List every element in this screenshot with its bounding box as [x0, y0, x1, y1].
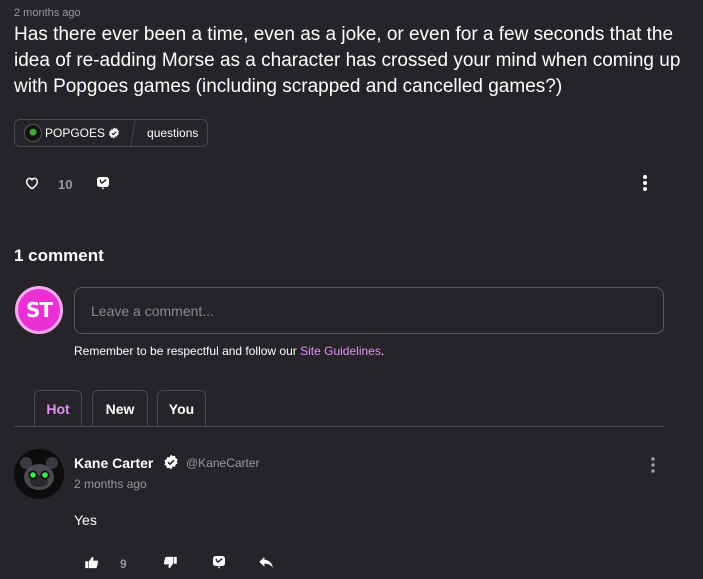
upvote-count: 9: [120, 557, 127, 571]
popgoes-avatar-icon: [24, 124, 42, 142]
reply-icon[interactable]: [211, 554, 227, 570]
tab-you[interactable]: You: [157, 390, 206, 427]
avatar-initials: ST: [25, 298, 53, 322]
guidelines-suffix: .: [380, 344, 385, 358]
author-avatar[interactable]: [14, 449, 64, 499]
tab-new[interactable]: New: [92, 390, 148, 427]
tag-topic: questions: [147, 126, 199, 140]
guidelines-prefix: Remember to be respectful and follow our: [74, 344, 301, 358]
guidelines-notice: Remember to be respectful and follow our…: [74, 344, 384, 358]
topic-tag[interactable]: POPGOES questions: [14, 119, 208, 147]
post-timestamp: 2 months ago: [14, 7, 81, 19]
tab-hot[interactable]: Hot: [34, 390, 82, 427]
thumbs-down-icon[interactable]: [163, 555, 178, 570]
comment-input[interactable]: [74, 287, 664, 334]
comment-timestamp: 2 months ago: [74, 477, 147, 491]
reply-icon[interactable]: [95, 175, 111, 191]
tabs-divider: [14, 426, 664, 427]
like-count: 10: [58, 177, 73, 192]
more-vertical-icon[interactable]: [639, 173, 651, 193]
comment-author-handle[interactable]: @KaneCarter: [186, 456, 260, 470]
comment-author-name[interactable]: Kane Carter: [74, 455, 153, 471]
verified-badge-icon: [108, 127, 120, 139]
thumbs-up-icon[interactable]: [84, 555, 99, 570]
more-vertical-icon[interactable]: [647, 456, 659, 474]
tag-divider: [126, 120, 141, 146]
site-guidelines-link[interactable]: Site Guidelines: [300, 344, 381, 358]
heart-icon[interactable]: [24, 175, 40, 191]
comment-body: Yes: [74, 512, 97, 528]
verified-badge-icon: [163, 454, 179, 470]
share-reply-arrow-icon[interactable]: [258, 555, 275, 570]
current-user-avatar[interactable]: ST: [15, 286, 63, 334]
tag-name: POPGOES: [45, 126, 106, 140]
question-text: Has there ever been a time, even as a jo…: [14, 24, 681, 97]
comment-count-heading: 1 comment: [14, 246, 104, 265]
